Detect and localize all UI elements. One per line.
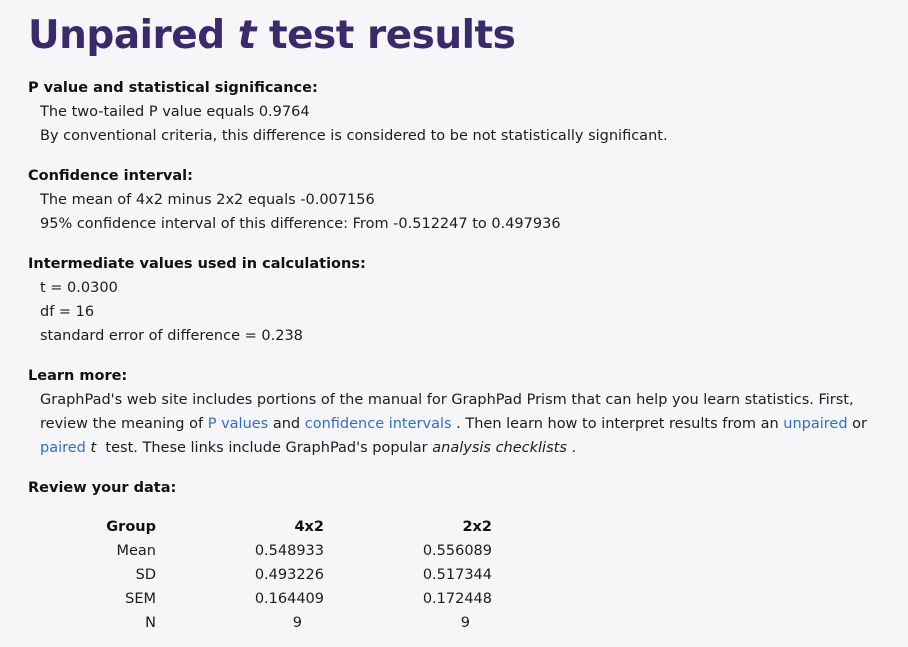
- intermediate-section: Intermediate values used in calculations…: [28, 252, 888, 348]
- table-row: Mean 0.548933 0.556089: [104, 539, 492, 563]
- significance-line: By conventional criteria, this differenc…: [40, 128, 668, 144]
- title-prefix: Unpaired: [28, 13, 238, 58]
- pvalue-heading: P value and statistical significance:: [28, 80, 318, 96]
- cell-sem-4x2: 0.164409: [254, 591, 324, 607]
- ci-section: Confidence interval: The mean of 4x2 min…: [28, 164, 888, 236]
- ci-heading: Confidence interval:: [28, 168, 193, 184]
- cell-sem-2x2: 0.172448: [422, 591, 492, 607]
- df-line: df = 16: [40, 304, 95, 320]
- cell-n-4x2: 9: [292, 615, 302, 631]
- pvalue-line: The two-tailed P value equals 0.9764: [40, 104, 310, 120]
- title-suffix: test results: [255, 13, 516, 58]
- learn-text-end: .: [571, 440, 577, 456]
- header-4x2: 4x2: [294, 519, 324, 535]
- header-2x2: 2x2: [462, 519, 492, 535]
- learn-text-and: and: [272, 416, 301, 432]
- learn-t-variable: t: [90, 440, 97, 456]
- ci-line: 95% confidence interval of this differen…: [40, 216, 561, 232]
- learn-text-2: . Then learn how to interpret results fr…: [456, 416, 779, 432]
- unpaired-link[interactable]: unpaired: [783, 416, 847, 432]
- row-label-mean: Mean: [116, 543, 156, 559]
- cell-n-2x2: 9: [460, 615, 470, 631]
- cell-sd-2x2: 0.517344: [422, 567, 492, 583]
- learn-more-paragraph: GraphPad's web site includes portions of…: [28, 388, 888, 460]
- confidence-intervals-link[interactable]: confidence intervals: [305, 416, 452, 432]
- learn-text-or: or: [852, 416, 867, 432]
- learn-more-section: Learn more: GraphPad's web site includes…: [28, 364, 888, 460]
- page-title: Unpaired t test results: [28, 12, 516, 60]
- analysis-checklists-text: analysis checklists: [432, 440, 567, 456]
- row-label-sd: SD: [135, 567, 156, 583]
- cell-mean-4x2: 0.548933: [254, 543, 324, 559]
- learn-more-heading: Learn more:: [28, 368, 128, 384]
- table-header-row: Group 4x2 2x2: [104, 515, 492, 539]
- se-line: standard error of difference = 0.238: [40, 328, 303, 344]
- table-row: SD 0.493226 0.517344: [104, 563, 492, 587]
- review-data-table: Group 4x2 2x2 Mean 0.548933 0.556089 SD …: [104, 515, 492, 635]
- intermediate-heading: Intermediate values used in calculations…: [28, 256, 366, 272]
- cell-mean-2x2: 0.556089: [422, 543, 492, 559]
- review-section: Review your data:: [28, 476, 888, 500]
- t-value-line: t = 0.0300: [40, 280, 118, 296]
- table-row: N 9 9: [104, 611, 492, 635]
- paired-link[interactable]: paired: [40, 440, 86, 456]
- cell-sd-4x2: 0.493226: [254, 567, 324, 583]
- mean-difference-line: The mean of 4x2 minus 2x2 equals -0.0071…: [40, 192, 375, 208]
- row-label-n: N: [145, 615, 156, 631]
- title-t-variable: t: [237, 13, 257, 58]
- learn-text-3: test. These links include GraphPad's pop…: [105, 440, 428, 456]
- header-group: Group: [106, 519, 156, 535]
- row-label-sem: SEM: [125, 591, 156, 607]
- table-row: SEM 0.164409 0.172448: [104, 587, 492, 611]
- p-values-link[interactable]: P values: [208, 416, 269, 432]
- review-heading: Review your data:: [28, 480, 177, 496]
- pvalue-section: P value and statistical significance: Th…: [28, 76, 888, 148]
